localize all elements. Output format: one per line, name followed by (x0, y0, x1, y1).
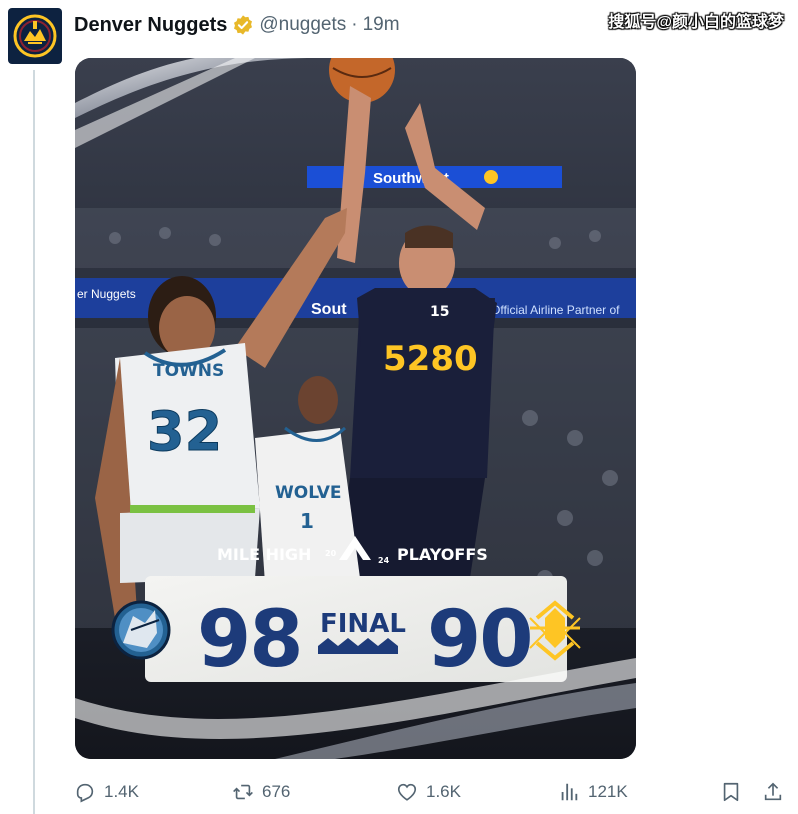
separator-dot: · (351, 14, 358, 35)
center-jersey-text: 5280 (383, 339, 478, 379)
home-score: 90 (427, 595, 532, 685)
left-jersey-name: TOWNS (153, 361, 224, 381)
views-count: 121K (588, 782, 628, 801)
tweet-header: Denver Nuggets @nuggets · 19m (74, 12, 400, 38)
tweet-actions: 1.4K 676 1.6K 121K (74, 778, 786, 806)
account-name[interactable]: Denver Nuggets (74, 14, 227, 37)
event-left-text: MILE HIGH (217, 545, 311, 564)
event-right-text: PLAYOFFS (397, 545, 488, 564)
timestamp[interactable]: 19m (363, 14, 400, 36)
bookmark-icon (723, 782, 739, 802)
final-status: FINAL (320, 609, 406, 639)
thread-line (33, 70, 35, 814)
reply-button[interactable]: 1.4K (74, 778, 139, 806)
like-count: 1.6K (426, 782, 461, 801)
right-jersey-name: WOLVE (275, 483, 341, 503)
avatar[interactable] (8, 8, 62, 64)
reply-count: 1.4K (104, 782, 139, 801)
year-top: 20 (325, 549, 337, 558)
account-handle[interactable]: @nuggets (259, 14, 346, 36)
center-jersey-number: 15 (430, 304, 449, 320)
game-final-graphic: Southwest er Nuggets Sout Official Airli… (75, 58, 636, 759)
arena-banner-left: er Nuggets (77, 287, 136, 301)
repost-button[interactable]: 676 (232, 778, 290, 806)
arena-banner-mid: Sout (311, 301, 347, 318)
views-button[interactable]: 121K (558, 778, 628, 806)
arena-banner-right: Official Airline Partner of (491, 303, 620, 317)
year-bottom: 24 (378, 556, 390, 565)
views-icon (561, 783, 578, 801)
repost-icon (233, 784, 253, 800)
reply-icon (76, 783, 94, 803)
away-score: 98 (197, 595, 302, 685)
right-jersey-number: 1 (300, 509, 314, 533)
nuggets-logo-icon (13, 14, 57, 58)
tweet-media[interactable]: Southwest er Nuggets Sout Official Airli… (75, 58, 636, 759)
watermark: 搜狐号@颜小白的篮球梦 (608, 14, 784, 31)
bookmark-button[interactable] (720, 778, 750, 806)
left-jersey-number: 32 (147, 400, 222, 463)
like-button[interactable]: 1.6K (396, 778, 461, 806)
share-button[interactable] (762, 778, 792, 806)
verified-badge-icon (234, 15, 253, 35)
score-card: 98 FINAL 90 (111, 576, 581, 685)
like-icon (397, 783, 417, 801)
repost-count: 676 (262, 782, 291, 801)
share-icon (764, 782, 782, 801)
timberwolves-logo-icon (111, 600, 171, 660)
